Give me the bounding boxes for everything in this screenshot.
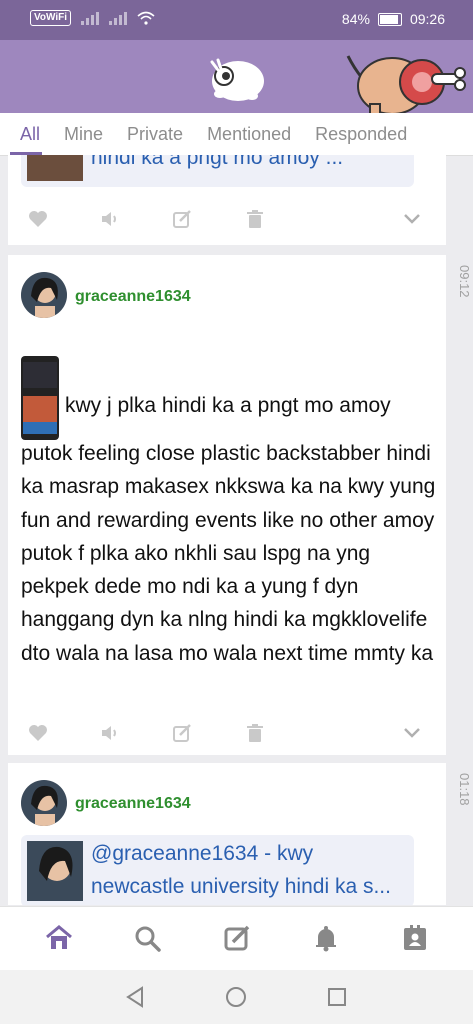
tab-all[interactable]: All bbox=[0, 113, 52, 155]
profile-card-icon[interactable] bbox=[400, 923, 430, 953]
post-actions bbox=[8, 207, 446, 237]
mascot-logo-icon[interactable] bbox=[204, 54, 268, 104]
wifi-icon bbox=[137, 11, 155, 25]
quoted-post[interactable]: hindi ka a pngt mo amoy ... bbox=[21, 155, 414, 187]
system-nav-bar bbox=[0, 970, 473, 1024]
speaker-icon[interactable] bbox=[98, 207, 122, 231]
speaker-icon[interactable] bbox=[98, 721, 122, 745]
post-text: putok feeling close plastic backstabber … bbox=[21, 442, 436, 665]
home-circle-icon[interactable] bbox=[223, 984, 249, 1010]
quote-text: @graceanne1634 - kwy newcastle universit… bbox=[91, 842, 391, 898]
tab-bar: All Mine Private Mentioned Responded bbox=[0, 113, 473, 156]
trash-icon[interactable] bbox=[243, 207, 267, 231]
chevron-down-icon[interactable] bbox=[400, 721, 424, 745]
signal-icon-2 bbox=[109, 11, 128, 25]
search-icon[interactable] bbox=[132, 923, 162, 953]
post-actions bbox=[8, 721, 446, 751]
home-icon[interactable] bbox=[44, 923, 74, 953]
user-avatar[interactable] bbox=[21, 272, 67, 318]
post-card[interactable]: hindi ka a pngt mo amoy ... bbox=[8, 155, 446, 245]
like-heart-icon[interactable] bbox=[26, 721, 50, 745]
app-header bbox=[0, 40, 473, 113]
vowifi-indicator: VoWiFi bbox=[30, 10, 72, 26]
back-triangle-icon[interactable] bbox=[122, 984, 148, 1010]
tab-private[interactable]: Private bbox=[115, 113, 195, 155]
signal-icon bbox=[81, 11, 100, 25]
post-card[interactable]: graceanne1634 kwy j plka hindi ka a pngt… bbox=[8, 255, 446, 755]
notifications-bell-icon[interactable] bbox=[311, 923, 341, 953]
quote-thumbnail bbox=[27, 155, 83, 181]
feed-list[interactable]: hindi ka a pngt mo amoy ... graceanne163… bbox=[0, 155, 473, 905]
tab-responded[interactable]: Responded bbox=[303, 113, 419, 155]
quote-text: hindi ka a pngt mo amoy ... bbox=[91, 155, 344, 169]
user-avatar[interactable] bbox=[21, 780, 67, 826]
bottom-nav bbox=[0, 906, 473, 971]
battery-icon bbox=[377, 12, 402, 26]
edit-icon[interactable] bbox=[170, 721, 194, 745]
chevron-down-icon[interactable] bbox=[400, 207, 424, 231]
quoted-post[interactable]: @graceanne1634 - kwy newcastle universit… bbox=[21, 835, 414, 905]
username[interactable]: graceanne1634 bbox=[75, 288, 191, 306]
username[interactable]: graceanne1634 bbox=[75, 795, 191, 813]
attached-image[interactable] bbox=[21, 356, 59, 440]
edit-icon[interactable] bbox=[170, 207, 194, 231]
post-text-first-line: kwy j plka hindi ka a pngt mo amoy bbox=[65, 394, 391, 417]
ham-mascot-icon bbox=[346, 55, 466, 113]
trash-icon[interactable] bbox=[243, 721, 267, 745]
compose-icon[interactable] bbox=[222, 923, 252, 953]
like-heart-icon[interactable] bbox=[26, 207, 50, 231]
post-timestamp: 01:18 bbox=[457, 773, 472, 806]
recents-square-icon[interactable] bbox=[324, 984, 350, 1010]
clock: 09:26 bbox=[409, 11, 445, 27]
tab-mentioned[interactable]: Mentioned bbox=[195, 113, 303, 155]
quote-thumbnail bbox=[27, 841, 83, 901]
status-bar: VoWiFi 84% 09:26 bbox=[0, 0, 473, 40]
post-timestamp: 09:12 bbox=[457, 265, 472, 298]
post-card[interactable]: graceanne1634 @graceanne1634 - kwy newca… bbox=[8, 763, 446, 905]
battery-percent: 84% bbox=[341, 11, 370, 27]
tab-mine[interactable]: Mine bbox=[52, 113, 115, 155]
